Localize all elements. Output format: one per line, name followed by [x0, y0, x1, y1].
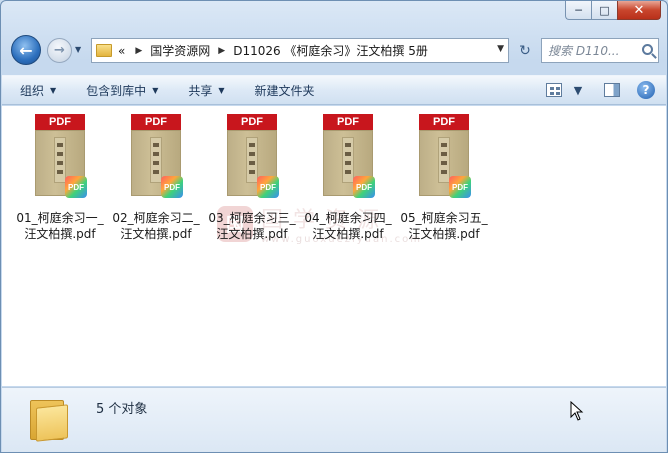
maximize-button[interactable]: □: [591, 1, 617, 20]
mouse-cursor-icon: [570, 400, 584, 424]
file-name: 05_柯庭余习五_ 汪文柏撰.pdf: [400, 211, 488, 241]
preview-pane-icon: [604, 83, 620, 97]
pdf-file-icon: PDF PDF: [227, 114, 279, 200]
search-input[interactable]: 搜索 D110...: [541, 38, 659, 63]
recent-pages-dropdown[interactable]: ▼: [75, 45, 85, 55]
breadcrumb-item-site[interactable]: 国学资源网: [150, 42, 210, 59]
navigation-row: ← → ▼ « ▶ 国学资源网 ▶ D11026 《柯庭余习》汪文柏撰 5册 ▼…: [9, 35, 659, 65]
address-dropdown[interactable]: ▼: [497, 44, 504, 54]
pdf-badge-icon: PDF: [65, 176, 87, 198]
details-pane: 5 个对象: [2, 387, 666, 452]
file-item[interactable]: PDF PDF 01_柯庭余习一_ 汪文柏撰.pdf: [12, 114, 108, 242]
views-dropdown[interactable]: ▼: [568, 80, 588, 100]
command-bar: 组织 ▼ 包含到库中 ▼ 共享 ▼ 新建文件夹 ▼ ?: [2, 75, 666, 105]
close-button[interactable]: ✕: [617, 1, 661, 20]
file-item[interactable]: PDF PDF 03_柯庭余习三_ 汪文柏撰.pdf: [204, 114, 300, 242]
help-icon: ?: [637, 81, 655, 99]
file-item[interactable]: PDF PDF 02_柯庭余习二_ 汪文柏撰.pdf: [108, 114, 204, 242]
folder-icon: [96, 44, 112, 57]
refresh-icon: ↻: [519, 42, 531, 59]
refresh-button[interactable]: ↻: [513, 38, 537, 63]
file-name: 04_柯庭余习四_ 汪文柏撰.pdf: [304, 211, 392, 241]
forward-button[interactable]: →: [47, 38, 72, 63]
back-arrow-icon: ←: [19, 40, 33, 60]
new-folder-label: 新建文件夹: [254, 83, 315, 98]
file-item[interactable]: PDF PDF 04_柯庭余习四_ 汪文柏撰.pdf: [300, 114, 396, 242]
minimize-button[interactable]: ─: [565, 1, 591, 20]
search-placeholder: 搜索 D110...: [548, 44, 620, 58]
file-name: 01_柯庭余习一_ 汪文柏撰.pdf: [16, 211, 104, 241]
breadcrumb-overflow[interactable]: «: [118, 44, 125, 58]
chevron-down-icon: ▼: [218, 85, 225, 95]
include-in-library-label: 包含到库中: [86, 83, 147, 98]
help-button[interactable]: ?: [636, 80, 656, 100]
breadcrumb-item-folder[interactable]: D11026 《柯庭余习》汪文柏撰 5册: [233, 42, 428, 59]
share-menu[interactable]: 共享 ▼: [188, 82, 224, 99]
search-icon[interactable]: [642, 44, 653, 55]
pdf-badge-icon: PDF: [161, 176, 183, 198]
organize-menu[interactable]: 组织 ▼: [20, 82, 56, 99]
toolbar-right: ▼ ?: [530, 80, 656, 100]
change-view-button[interactable]: [544, 80, 564, 100]
preview-pane-button[interactable]: [602, 80, 622, 100]
pdf-badge-icon: PDF: [449, 176, 471, 198]
new-folder-button[interactable]: 新建文件夹: [255, 82, 315, 99]
back-button[interactable]: ←: [11, 35, 41, 65]
address-bar[interactable]: « ▶ 国学资源网 ▶ D11026 《柯庭余习》汪文柏撰 5册 ▼: [91, 38, 509, 63]
explorer-window: ─ □ ✕ ← → ▼ « ▶ 国学资源网 ▶ D11026 《柯庭余习》汪文柏…: [0, 0, 668, 453]
chevron-down-icon: ▼: [152, 85, 159, 95]
file-name: 03_柯庭余习三_ 汪文柏撰.pdf: [208, 211, 296, 241]
chevron-right-icon[interactable]: ▶: [135, 46, 142, 56]
folder-icon: [30, 394, 68, 442]
file-name: 02_柯庭余习二_ 汪文柏撰.pdf: [112, 211, 200, 241]
chevron-right-icon[interactable]: ▶: [218, 46, 225, 56]
breadcrumb: « ▶ 国学资源网 ▶ D11026 《柯庭余习》汪文柏撰 5册: [118, 42, 428, 59]
caption-buttons: ─ □ ✕: [565, 1, 661, 21]
share-label: 共享: [188, 83, 213, 98]
file-item[interactable]: PDF PDF 05_柯庭余习五_ 汪文柏撰.pdf: [396, 114, 492, 242]
pdf-badge-icon: PDF: [353, 176, 375, 198]
item-count: 5 个对象: [96, 402, 148, 417]
pdf-file-icon: PDF PDF: [323, 114, 375, 200]
file-list[interactable]: 国 国学资源 www.guoxueziyuan.com PDF PDF 01_柯…: [2, 106, 666, 386]
pdf-file-icon: PDF PDF: [35, 114, 87, 200]
pdf-file-icon: PDF PDF: [419, 114, 471, 200]
include-in-library-menu[interactable]: 包含到库中 ▼: [86, 82, 158, 99]
pdf-badge-icon: PDF: [257, 176, 279, 198]
forward-arrow-icon: →: [54, 43, 65, 58]
views-icon: [546, 83, 562, 97]
chevron-down-icon: ▼: [50, 85, 57, 95]
organize-label: 组织: [20, 83, 45, 98]
pdf-file-icon: PDF PDF: [131, 114, 183, 200]
